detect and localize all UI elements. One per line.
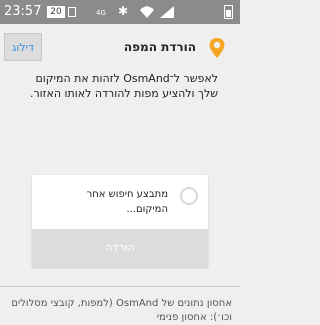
bluetooth-icon: ✱	[118, 4, 129, 18]
battery-icon	[224, 5, 233, 19]
skip-button[interactable]: דילוג	[4, 33, 42, 61]
divider	[0, 286, 240, 287]
status-bar: 23:57 20 4G ✱	[0, 0, 240, 24]
storage-info-text[interactable]: אחסון נתונים של OsmAnd (למפות, קובצי מסל…	[8, 297, 232, 325]
wifi-icon	[140, 6, 154, 18]
network-type-label: 4G	[96, 9, 106, 17]
description-text: לאפשר ל־OsmAnd לזהות את המיקום שלך ולהצי…	[29, 72, 218, 100]
status-time: 23:57	[4, 4, 42, 19]
spinner-icon	[180, 187, 198, 205]
location-pin-icon	[209, 38, 225, 58]
signal-icon	[160, 6, 174, 18]
location-search-card: מתבצע חיפוש אחר המיקום... הורדה	[32, 175, 208, 267]
sim-icon	[68, 7, 76, 17]
page-title: הורדת המפה	[123, 40, 196, 54]
download-button[interactable]: הורדה	[32, 229, 208, 267]
notification-count-badge: 20	[47, 6, 65, 18]
search-status-text: מתבצע חיפוש אחר המיקום...	[86, 189, 168, 215]
